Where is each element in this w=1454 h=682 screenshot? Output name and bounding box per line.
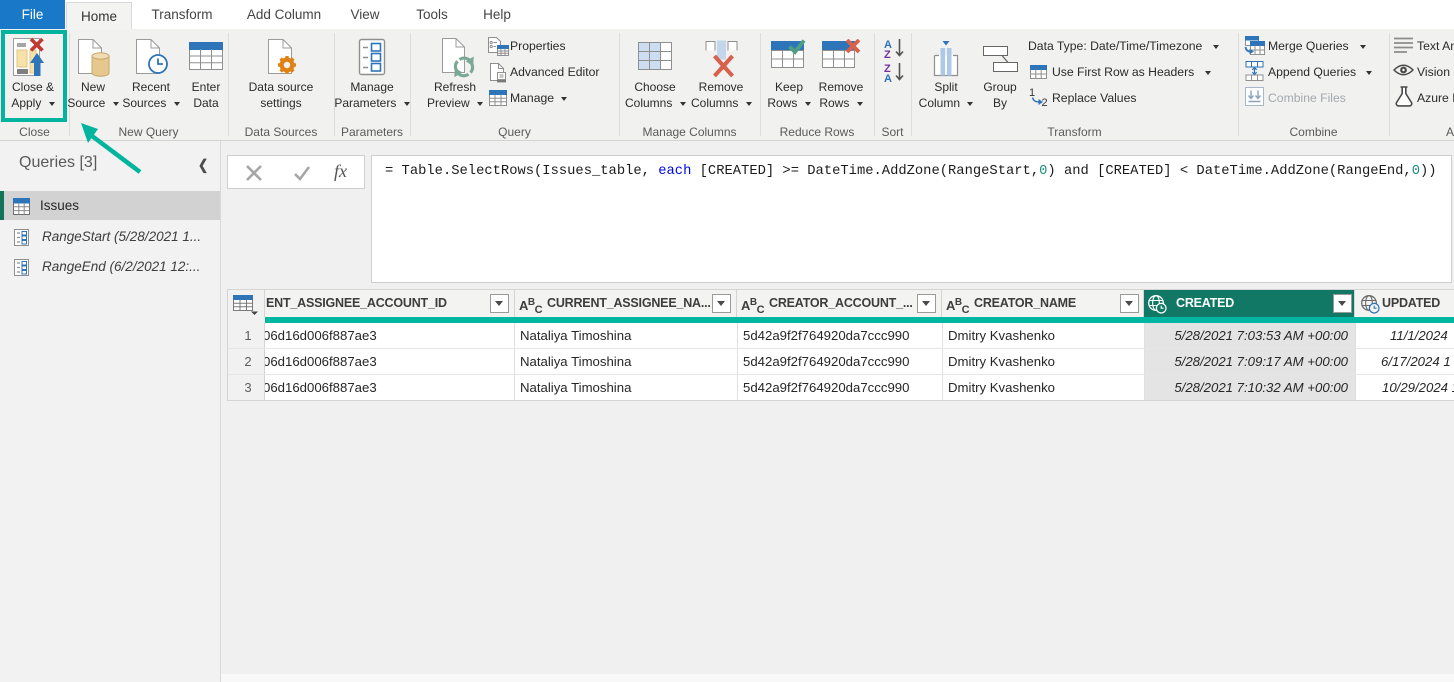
svg-text:Z: Z (884, 49, 891, 61)
svg-text:A: A (884, 73, 892, 85)
svg-text:1: 1 (1029, 87, 1035, 99)
svg-text:2: 2 (1042, 97, 1048, 108)
